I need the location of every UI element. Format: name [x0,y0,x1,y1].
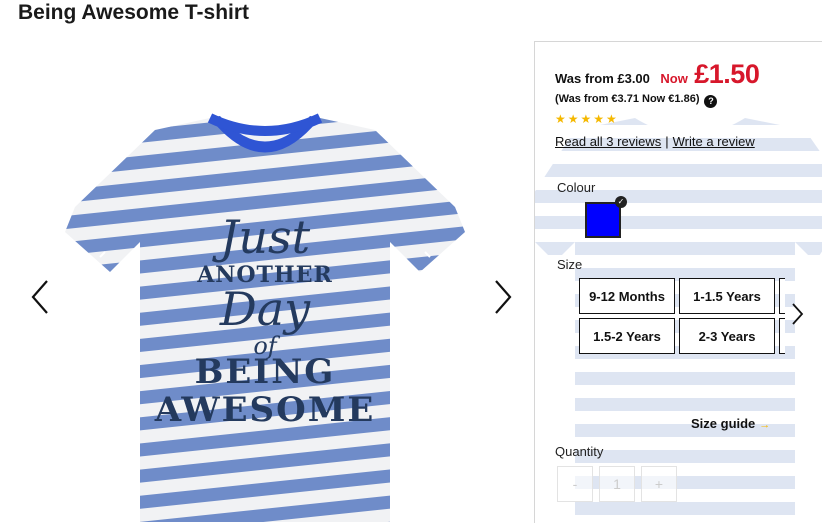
slogan-line-1: Just [219,210,311,264]
size-option-1-5-2-years[interactable]: 1.5-2 Years [579,318,675,354]
size-option-overflow [779,278,785,314]
chevron-left-icon [31,280,48,314]
size-option-9-12-months[interactable]: 9-12 Months [579,278,675,314]
size-option-2-3-years[interactable]: 2-3 Years [679,318,775,354]
slogan-line-6: AWESOME [154,390,376,430]
euro-price: (Was from €3.71 Now €1.86)? [555,93,718,108]
colour-swatch-blue[interactable] [585,202,621,238]
now-price: £1.50 [694,59,760,89]
product-image-gallery: Just ANOTHER Day of BEING AWESOME [0,40,530,522]
quantity-decrease-button[interactable]: - [557,466,593,502]
now-label: Now [660,71,688,86]
chevron-right-icon [495,280,512,314]
reviews-separator: | [665,134,669,149]
gallery-next-button[interactable] [488,277,518,317]
slogan-line-3: Day [219,282,311,336]
slogan-line-5: BEING [194,352,336,392]
product-title: Being Awesome T-shirt [18,1,250,24]
product-image: Just ANOTHER Day of BEING AWESOME [60,112,470,522]
check-icon: ✓ [615,196,627,208]
size-guide-label: Size guide [691,416,756,431]
reviews-links: Read all 3 reviews | Write a review [555,134,755,149]
euro-price-text: (Was from €3.71 Now €1.86) [555,93,700,105]
quantity-increase-button[interactable]: + [641,466,677,502]
product-details-panel: Was from £3.00 Now £1.50 (Was from €3.71… [534,41,822,523]
read-reviews-link[interactable]: Read all 3 reviews [555,134,661,149]
question-icon[interactable]: ? [704,95,718,108]
chevron-right-icon[interactable] [787,300,807,328]
size-option-overflow-2 [779,318,785,354]
size-guide-link[interactable]: Size guide → [691,416,770,431]
size-label: Size [557,257,583,272]
size-option-1-1-5-years[interactable]: 1-1.5 Years [679,278,775,314]
quantity-label: Quantity [555,444,604,459]
quantity-input[interactable]: 1 [599,466,635,502]
write-review-link[interactable]: Write a review [673,134,755,149]
price-row: Was from £3.00 Now £1.50 [555,59,760,90]
colour-label: Colour [557,180,596,195]
was-price: Was from £3.00 [555,71,650,86]
rating-stars: ★★★★★ [555,112,619,126]
gallery-prev-button[interactable] [25,277,55,317]
arrow-right-icon: → [759,419,771,431]
